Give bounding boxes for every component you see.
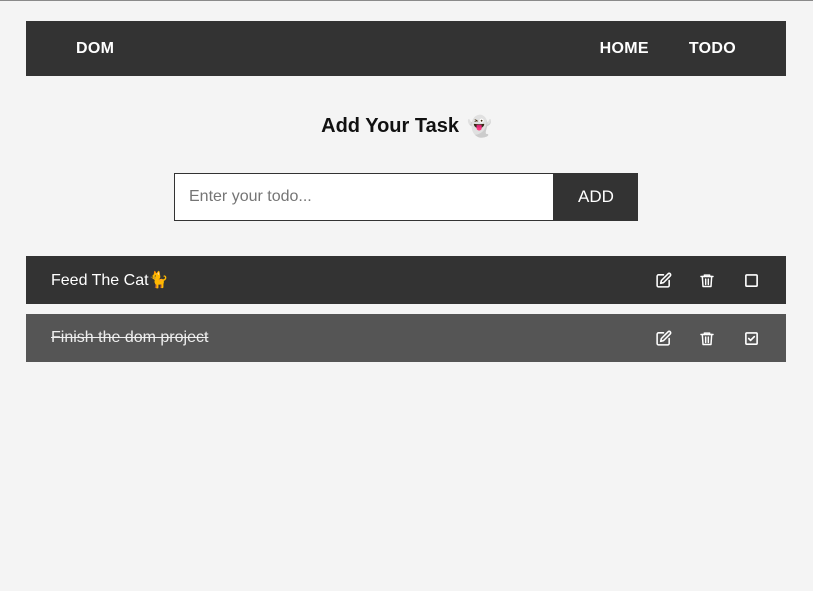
brand-link[interactable]: DOM [76,21,114,76]
page-title-text: Add Your Task [321,115,459,137]
add-todo-form: ADD [174,173,638,221]
todo-item: Feed The Cat🐈 [26,256,786,304]
todo-input[interactable] [174,173,554,221]
nav-link-todo[interactable]: TODO [689,40,736,58]
todo-item: Finish the dom project [26,314,786,362]
todo-text: Feed The Cat🐈 [51,272,169,289]
navbar: DOM HOME TODO [26,21,786,76]
todo-list: Feed The Cat🐈 Finish the dom project [26,256,786,372]
todo-text: Finish the dom project [51,329,209,346]
todo-actions [653,328,761,348]
ghost-emoji-icon: 👻 [466,116,492,138]
checkbox-checked-icon[interactable] [741,328,761,348]
trash-icon[interactable] [697,270,717,290]
page-title: Add Your Task 👻 [0,114,813,139]
edit-icon[interactable] [653,328,673,348]
nav-links: HOME TODO [600,21,736,76]
edit-icon[interactable] [653,270,673,290]
trash-icon[interactable] [697,328,717,348]
nav-link-home[interactable]: HOME [600,40,649,58]
add-button[interactable]: ADD [554,173,638,221]
todo-actions [653,270,761,290]
checkbox-empty-icon[interactable] [741,270,761,290]
